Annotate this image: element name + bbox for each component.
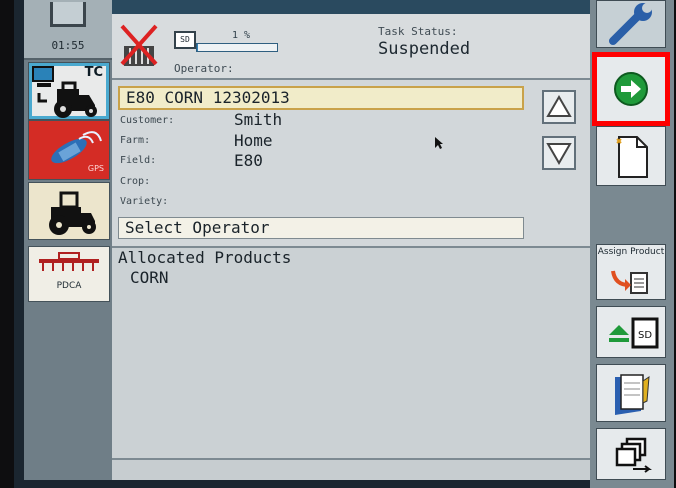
crop-label: Crop: xyxy=(120,176,151,187)
triangle-up-icon xyxy=(546,95,572,117)
next-button[interactable] xyxy=(592,52,670,126)
bottom-bar xyxy=(112,460,590,480)
select-operator-field[interactable]: Select Operator xyxy=(118,217,524,239)
progress-percent: 1 % xyxy=(232,30,251,41)
copy-icon xyxy=(615,437,652,473)
task-controller-tile[interactable]: TC xyxy=(28,62,110,120)
status-panel: SD 1 % Operator: Task Status: Suspended xyxy=(112,14,590,80)
mouse-cursor-icon xyxy=(435,137,443,149)
no-operation-icon xyxy=(120,24,158,66)
clock-tile: 01:55 xyxy=(24,0,112,60)
operator-label: Operator: xyxy=(174,62,234,75)
title-bar xyxy=(112,0,590,15)
pdca-tile[interactable]: PDCA xyxy=(28,246,110,302)
triangle-down-icon xyxy=(546,143,572,165)
allocated-products-title: Allocated Products xyxy=(118,248,292,267)
monitor-icon xyxy=(50,2,86,27)
product-list-item[interactable]: CORN xyxy=(130,268,169,287)
sd-card-button[interactable]: SD xyxy=(596,306,666,358)
pdca-label: PDCA xyxy=(56,281,82,291)
eject-sd-icon: SD xyxy=(609,317,659,349)
sd-card-icon: SD xyxy=(174,31,196,49)
sd-label: SD xyxy=(638,330,652,341)
customer-value[interactable]: Smith xyxy=(234,110,282,129)
new-document-icon xyxy=(616,136,648,178)
farm-value[interactable]: Home xyxy=(234,131,273,150)
gps-label: GPS xyxy=(87,164,104,173)
farm-label: Farm: xyxy=(120,135,151,146)
task-details-panel: E80 CORN 12302013 Customer: Smith Farm: … xyxy=(112,80,590,248)
notes-button[interactable] xyxy=(596,364,666,422)
task-name-field[interactable]: E80 CORN 12302013 xyxy=(118,86,524,110)
field-value[interactable]: E80 xyxy=(234,151,263,170)
task-status-value: Suspended xyxy=(378,39,471,59)
field-label: Field: xyxy=(120,155,157,166)
progress-bar xyxy=(196,43,278,52)
implement-icon xyxy=(39,252,99,271)
tc-label: TC xyxy=(84,65,103,80)
arrow-right-circle-icon xyxy=(614,72,648,106)
notepad-icon xyxy=(615,374,650,415)
assign-product-button[interactable]: Assign Product xyxy=(596,244,666,300)
customer-label: Customer: xyxy=(120,115,175,126)
new-task-button[interactable] xyxy=(596,126,666,186)
scroll-down-button[interactable] xyxy=(542,136,576,170)
tractor-icon xyxy=(49,191,96,235)
copy-task-button[interactable] xyxy=(596,428,666,480)
variety-label: Variety: xyxy=(120,196,169,207)
clock: 01:55 xyxy=(51,39,85,52)
terminal-screen: 01:55 TC GPS PDCA SD 1 % Operator: Task … xyxy=(14,0,674,488)
scroll-up-button[interactable] xyxy=(542,90,576,124)
progress-fill xyxy=(197,44,198,51)
settings-button[interactable] xyxy=(596,0,666,48)
left-sidebar: 01:55 TC GPS PDCA xyxy=(24,0,112,480)
wrench-icon xyxy=(609,3,652,45)
right-toolbar: Assign Product SD xyxy=(590,0,674,488)
machine-tile[interactable] xyxy=(28,182,110,240)
allocated-products-panel: Allocated Products CORN xyxy=(112,248,590,460)
gps-tile[interactable]: GPS xyxy=(28,120,110,180)
assign-product-label: Assign Product xyxy=(597,247,665,257)
task-status-label: Task Status: xyxy=(378,25,458,38)
